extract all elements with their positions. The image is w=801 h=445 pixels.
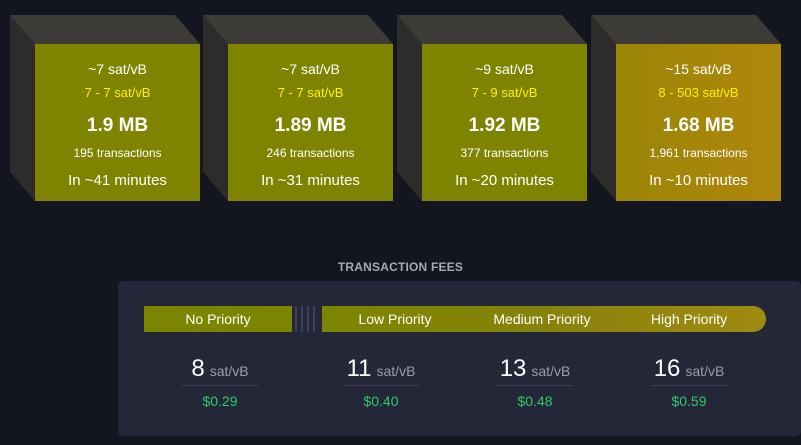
block-fee-range: 8 - 503 sat/vB: [658, 85, 739, 100]
fee-unit: sat/vB: [531, 363, 571, 379]
fee-unit: sat/vB: [376, 363, 416, 379]
block-transactions: 195 transactions: [73, 146, 162, 160]
fee-divider: [651, 385, 727, 386]
transaction-fees-title: TRANSACTION FEES: [337, 260, 464, 274]
fee-value: 11: [346, 355, 372, 382]
fee-value: 13: [499, 355, 527, 382]
fee-usd: $0.48: [517, 393, 553, 409]
mempool-block-2[interactable]: ~7 sat/vB 7 - 7 sat/vB 1.89 MB 246 trans…: [203, 15, 393, 201]
priority-label-none: No Priority: [185, 311, 251, 327]
block-size: 1.89 MB: [274, 115, 347, 136]
block-face: ~7 sat/vB 7 - 7 sat/vB 1.89 MB 246 trans…: [228, 44, 393, 201]
fee-divider: [497, 385, 573, 386]
block-size: 1.92 MB: [468, 115, 541, 136]
block-fee-range: 7 - 9 sat/vB: [471, 85, 538, 100]
priority-bar-divider: [295, 306, 297, 332]
fee-value: 8: [191, 355, 205, 382]
fee-divider: [182, 385, 258, 386]
block-fee-range: 7 - 7 sat/vB: [277, 85, 344, 100]
block-transactions: 377 transactions: [460, 146, 549, 160]
block-median-fee: ~7 sat/vB: [281, 61, 340, 77]
fee-usd: $0.40: [363, 393, 399, 409]
fee-divider: [343, 385, 419, 386]
block-eta: In ~10 minutes: [649, 172, 748, 189]
fee-high-priority: 16 sat/vB $0.59: [629, 353, 749, 409]
priority-label-high: High Priority: [650, 311, 728, 327]
priority-label-medium: Medium Priority: [493, 311, 591, 327]
block-size: 1.68 MB: [662, 115, 735, 136]
fee-low-priority: 11 sat/vB $0.40: [321, 353, 441, 409]
priority-label-low: Low Priority: [358, 311, 432, 327]
mempool-block-1[interactable]: ~7 sat/vB 7 - 7 sat/vB 1.9 MB 195 transa…: [10, 15, 200, 201]
block-face: ~15 sat/vB 8 - 503 sat/vB 1.68 MB 1,961 …: [616, 44, 781, 201]
block-size: 1.9 MB: [86, 115, 149, 136]
priority-bar-divider: [301, 306, 303, 332]
block-median-fee: ~9 sat/vB: [475, 61, 534, 77]
fee-value: 16: [653, 355, 681, 382]
fee-no-priority: 8 sat/vB $0.29: [160, 353, 280, 409]
block-eta: In ~20 minutes: [455, 172, 554, 189]
priority-bar-divider: [313, 306, 315, 332]
transaction-fees-panel: No Priority Low Priority Medium Priority…: [118, 281, 801, 436]
priority-bar-divider: [307, 306, 309, 332]
mempool-block-3[interactable]: ~9 sat/vB 7 - 9 sat/vB 1.92 MB 377 trans…: [397, 15, 587, 201]
block-median-fee: ~7 sat/vB: [88, 61, 147, 77]
fee-unit: sat/vB: [209, 363, 249, 379]
fee-usd: $0.59: [671, 393, 707, 409]
block-face: ~9 sat/vB 7 - 9 sat/vB 1.92 MB 377 trans…: [422, 44, 587, 201]
block-eta: In ~41 minutes: [68, 172, 167, 189]
block-transactions: 1,961 transactions: [649, 146, 748, 160]
block-fee-range: 7 - 7 sat/vB: [84, 85, 151, 100]
block-eta: In ~31 minutes: [261, 172, 360, 189]
mempool-block-4[interactable]: ~15 sat/vB 8 - 503 sat/vB 1.68 MB 1,961 …: [591, 15, 781, 201]
fee-medium-priority: 13 sat/vB $0.48: [475, 353, 595, 409]
block-transactions: 246 transactions: [266, 146, 355, 160]
block-face: ~7 sat/vB 7 - 7 sat/vB 1.9 MB 195 transa…: [35, 44, 200, 201]
fee-unit: sat/vB: [685, 363, 725, 379]
block-median-fee: ~15 sat/vB: [665, 61, 732, 77]
fee-usd: $0.29: [202, 393, 238, 409]
